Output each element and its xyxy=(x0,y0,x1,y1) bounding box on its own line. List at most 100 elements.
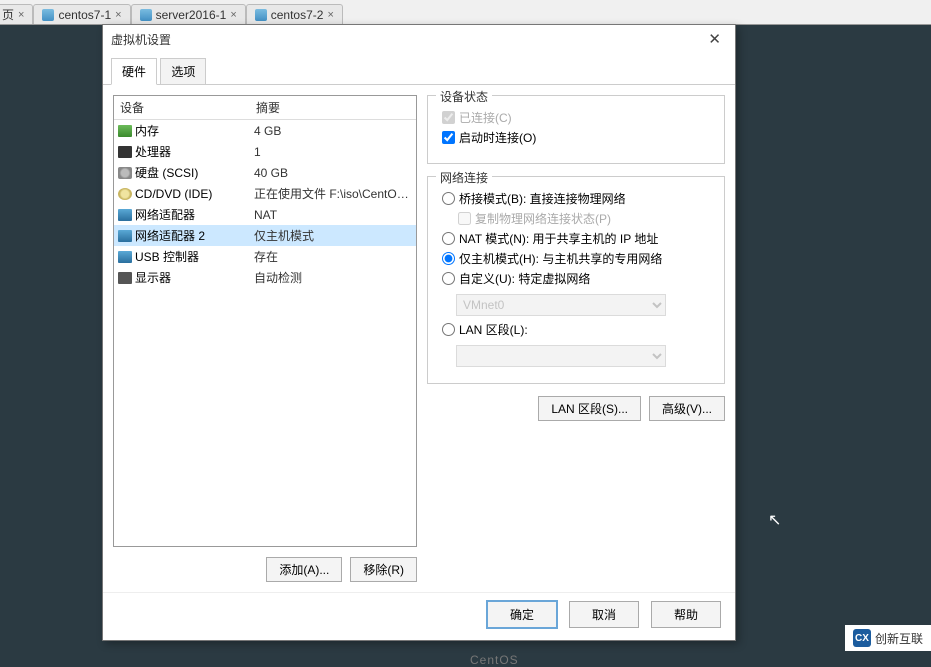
close-icon[interactable]: × xyxy=(230,9,236,21)
hostonly-radio[interactable] xyxy=(442,252,455,265)
vmnet-select: VMnet0 xyxy=(456,294,666,316)
tab-partial[interactable]: 页 × xyxy=(0,4,33,24)
mem-icon xyxy=(118,125,132,137)
lan-label: LAN 区段(L): xyxy=(459,321,528,338)
device-row-hdd[interactable]: 硬盘 (SCSI) 40 GB xyxy=(114,162,416,183)
tab-label: centos7-1 xyxy=(58,8,111,22)
device-summary: 正在使用文件 F:\iso\CentOS-7-... xyxy=(250,184,416,203)
ok-button[interactable]: 确定 xyxy=(487,601,557,628)
app-tabstrip: 页 × centos7-1 × server2016-1 × centos7-2… xyxy=(0,0,931,25)
connected-checkbox-row: 已连接(C) xyxy=(442,109,714,126)
tab-label: 页 xyxy=(2,6,14,23)
device-summary: 4 GB xyxy=(250,123,416,139)
tab-centos7-1[interactable]: centos7-1 × xyxy=(33,4,130,24)
tab-label: server2016-1 xyxy=(156,8,227,22)
dialog-titlebar: 虚拟机设置 ✕ xyxy=(103,25,735,53)
connected-checkbox xyxy=(442,111,455,124)
header-device: 设备 xyxy=(114,96,250,119)
remove-device-button[interactable]: 移除(R) xyxy=(350,557,417,582)
device-label: 硬盘 (SCSI) xyxy=(135,164,198,181)
device-label: 网络适配器 2 xyxy=(135,227,205,244)
bridge-label: 桥接模式(B): 直接连接物理网络 xyxy=(459,190,626,207)
cancel-button[interactable]: 取消 xyxy=(569,601,639,628)
hostonly-label: 仅主机模式(H): 与主机共享的专用网络 xyxy=(459,250,662,267)
device-row-usb[interactable]: USB 控制器存在 xyxy=(114,246,416,267)
hostonly-radio-row[interactable]: 仅主机模式(H): 与主机共享的专用网络 xyxy=(442,250,714,267)
add-device-button[interactable]: 添加(A)... xyxy=(266,557,342,582)
replicate-checkbox-row: 复制物理网络连接状态(P) xyxy=(458,210,714,227)
device-summary: 1 xyxy=(250,144,416,160)
close-icon[interactable]: × xyxy=(18,9,24,21)
lan-radio-row[interactable]: LAN 区段(L): xyxy=(442,321,714,338)
device-summary: 仅主机模式 xyxy=(250,226,416,245)
device-list-header: 设备 摘要 xyxy=(114,96,416,120)
custom-label: 自定义(U): 特定虚拟网络 xyxy=(459,270,590,287)
connect-start-label: 启动时连接(O) xyxy=(459,129,536,146)
device-summary: 自动检测 xyxy=(250,268,416,287)
close-icon[interactable]: × xyxy=(327,9,333,21)
dialog-tabs: 硬件 选项 xyxy=(103,53,735,85)
device-label: 网络适配器 xyxy=(135,206,195,223)
device-label: 显示器 xyxy=(135,269,171,286)
device-state-section: 设备状态 已连接(C) 启动时连接(O) xyxy=(427,95,725,164)
device-row-dvd[interactable]: CD/DVD (IDE) 正在使用文件 F:\iso\CentOS-7-... xyxy=(114,183,416,204)
dialog-title: 虚拟机设置 xyxy=(111,31,171,48)
custom-radio[interactable] xyxy=(442,272,455,285)
display-icon xyxy=(118,272,132,284)
hdd-icon xyxy=(118,167,132,179)
nat-radio-row[interactable]: NAT 模式(N): 用于共享主机的 IP 地址 xyxy=(442,230,714,247)
watermark: CX 创新互联 xyxy=(845,625,931,651)
usb-icon xyxy=(118,251,132,263)
connected-label: 已连接(C) xyxy=(459,109,512,126)
bridge-radio-row[interactable]: 桥接模式(B): 直接连接物理网络 xyxy=(442,190,714,207)
close-icon[interactable]: × xyxy=(115,9,121,21)
cpu-icon xyxy=(118,146,132,158)
dialog-footer: 确定 取消 帮助 xyxy=(103,592,735,640)
watermark-label: 创新互联 xyxy=(875,630,923,647)
replicate-checkbox xyxy=(458,212,471,225)
connect-start-checkbox[interactable] xyxy=(442,131,455,144)
tab-options[interactable]: 选项 xyxy=(160,58,206,85)
watermark-icon: CX xyxy=(853,629,871,647)
vm-settings-dialog: 虚拟机设置 ✕ 硬件 选项 设备 摘要 内存 4 GB 处理器 1 硬盘 (SCSI) 4… xyxy=(102,24,736,641)
vm-icon xyxy=(42,9,54,21)
dialog-close-button[interactable]: ✕ xyxy=(702,30,727,48)
dvd-icon xyxy=(118,188,132,200)
device-list-body: 内存 4 GB 处理器 1 硬盘 (SCSI) 40 GB CD/DVD (IDE) 正在使用… xyxy=(114,120,416,288)
custom-radio-row[interactable]: 自定义(U): 特定虚拟网络 xyxy=(442,270,714,287)
device-row-display[interactable]: 显示器 自动检测 xyxy=(114,267,416,288)
device-row-net2[interactable]: 网络适配器 2 仅主机模式 xyxy=(114,225,416,246)
tab-centos7-2[interactable]: centos7-2 × xyxy=(246,4,343,24)
bridge-radio[interactable] xyxy=(442,192,455,205)
device-label: 内存 xyxy=(135,122,159,139)
device-summary: 40 GB xyxy=(250,165,416,181)
advanced-button[interactable]: 高级(V)... xyxy=(649,396,725,421)
device-summary: 存在 xyxy=(250,247,416,266)
network-connection-legend: 网络连接 xyxy=(436,169,492,186)
lan-radio[interactable] xyxy=(442,323,455,336)
net2-icon xyxy=(118,230,132,242)
network-connection-section: 网络连接 桥接模式(B): 直接连接物理网络 复制物理网络连接状态(P) NAT… xyxy=(427,176,725,384)
connect-start-checkbox-row[interactable]: 启动时连接(O) xyxy=(442,129,714,146)
replicate-label: 复制物理网络连接状态(P) xyxy=(475,210,611,227)
device-row-mem[interactable]: 内存 4 GB xyxy=(114,120,416,141)
net1-icon xyxy=(118,209,132,221)
device-row-cpu[interactable]: 处理器 1 xyxy=(114,141,416,162)
device-label: 处理器 xyxy=(135,143,171,160)
help-button[interactable]: 帮助 xyxy=(651,601,721,628)
vm-icon xyxy=(140,9,152,21)
tab-hardware[interactable]: 硬件 xyxy=(111,58,157,85)
lan-select xyxy=(456,345,666,367)
vm-icon xyxy=(255,9,267,21)
header-summary: 摘要 xyxy=(250,96,416,119)
lan-segments-button[interactable]: LAN 区段(S)... xyxy=(538,396,641,421)
tab-label: centos7-2 xyxy=(271,8,324,22)
nat-radio[interactable] xyxy=(442,232,455,245)
device-state-legend: 设备状态 xyxy=(436,88,492,105)
centos-background-text: CentOS xyxy=(470,653,519,667)
device-summary: NAT xyxy=(250,207,416,223)
device-row-net1[interactable]: 网络适配器 NAT xyxy=(114,204,416,225)
tab-server2016-1[interactable]: server2016-1 × xyxy=(131,4,246,24)
device-list[interactable]: 设备 摘要 内存 4 GB 处理器 1 硬盘 (SCSI) 40 GB CD/DVD (ID… xyxy=(113,95,417,547)
device-label: CD/DVD (IDE) xyxy=(135,187,212,201)
